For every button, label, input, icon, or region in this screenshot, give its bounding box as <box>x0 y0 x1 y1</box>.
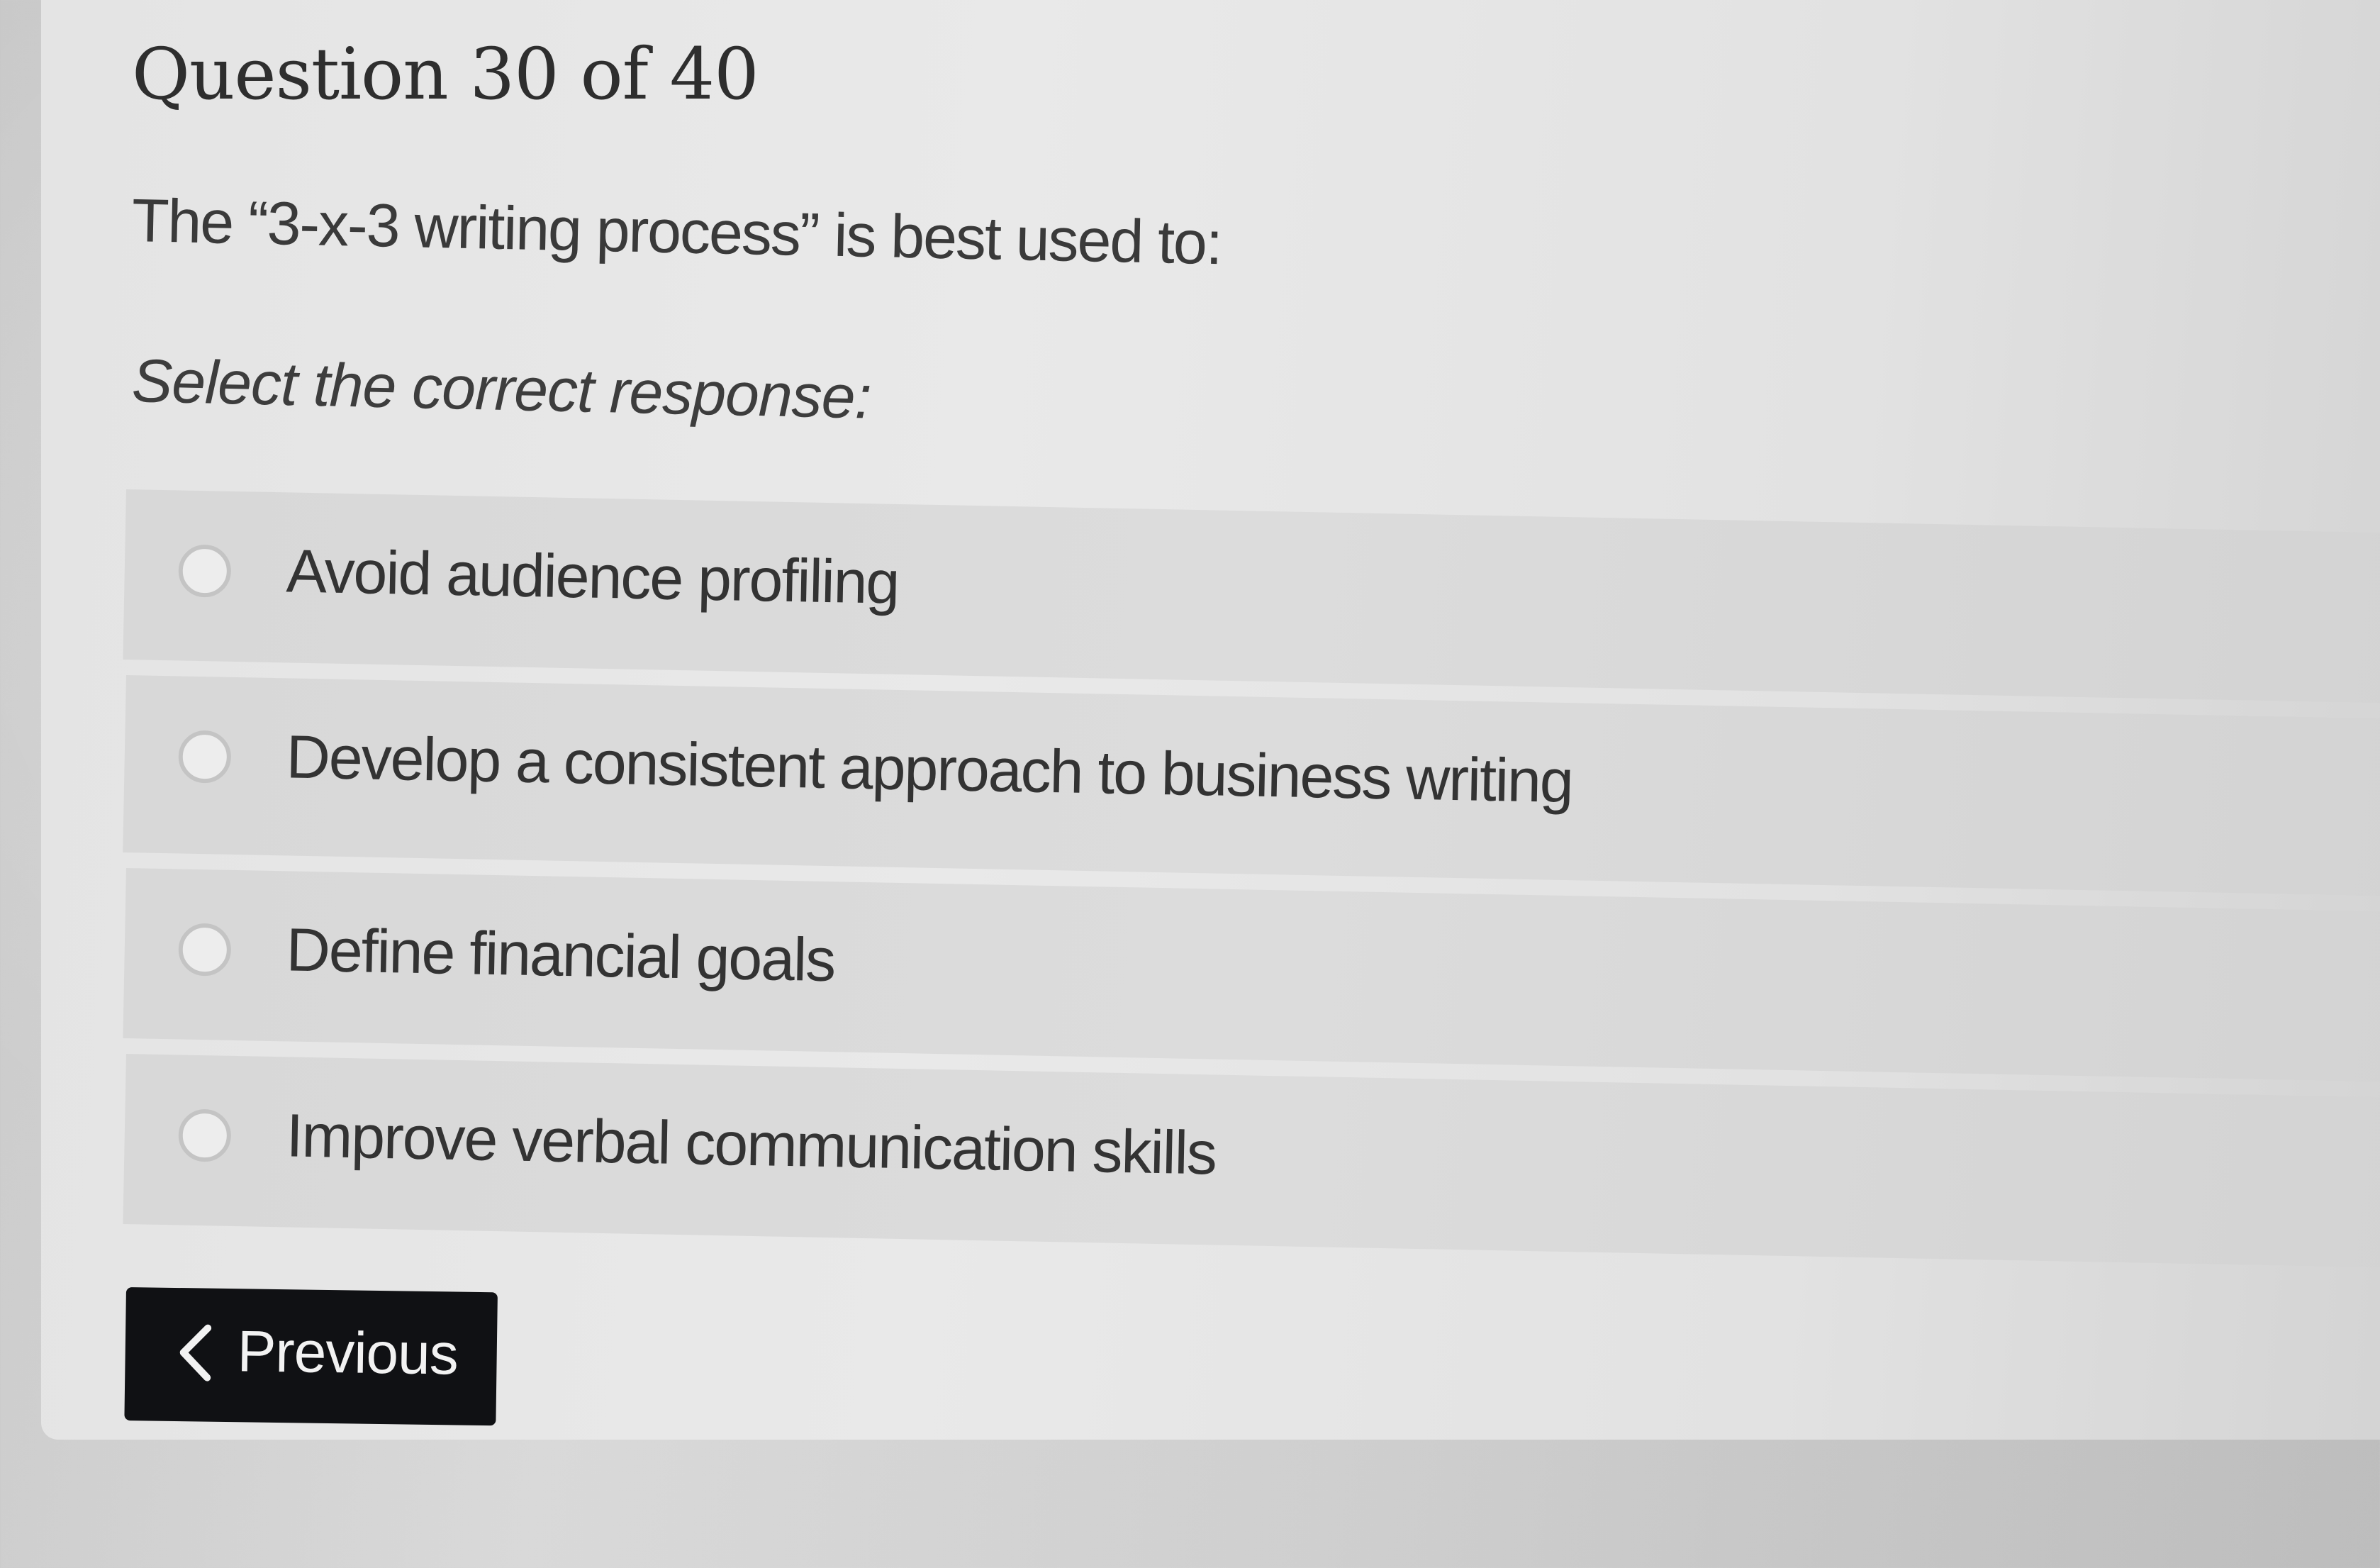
previous-button-label: Previous <box>237 1319 459 1387</box>
answer-option-2[interactable]: Develop a consistent approach to busines… <box>123 675 2380 897</box>
answer-option-3[interactable]: Define financial goals <box>123 868 2380 1083</box>
answer-option-label[interactable]: Improve verbal communication skills <box>286 1101 1217 1189</box>
answer-option-label[interactable]: Develop a consistent approach to busines… <box>286 722 1573 817</box>
radio-button[interactable] <box>178 923 232 977</box>
answer-instruction: Select the correct response: <box>130 347 872 432</box>
answer-option-4[interactable]: Improve verbal communication skills <box>123 1054 2380 1269</box>
previous-button[interactable]: Previous <box>124 1287 498 1426</box>
answer-option-label[interactable]: Avoid audience profiling <box>286 536 899 618</box>
chevron-left-icon <box>179 1324 212 1381</box>
radio-button[interactable] <box>178 544 232 598</box>
radio-button[interactable] <box>178 730 232 784</box>
answer-option-1[interactable]: Avoid audience profiling <box>123 489 2380 704</box>
question-number-title: Question 30 of 40 <box>132 33 759 116</box>
question-card: Question 30 of 40 The “3-x-3 writing pro… <box>41 0 2380 1440</box>
answer-option-label[interactable]: Define financial goals <box>286 915 835 996</box>
question-text: The “3-x-3 writing process” is best used… <box>131 187 1222 278</box>
radio-button[interactable] <box>178 1108 232 1162</box>
answer-options-list: Avoid audience profiling Develop a consi… <box>123 489 2380 1269</box>
